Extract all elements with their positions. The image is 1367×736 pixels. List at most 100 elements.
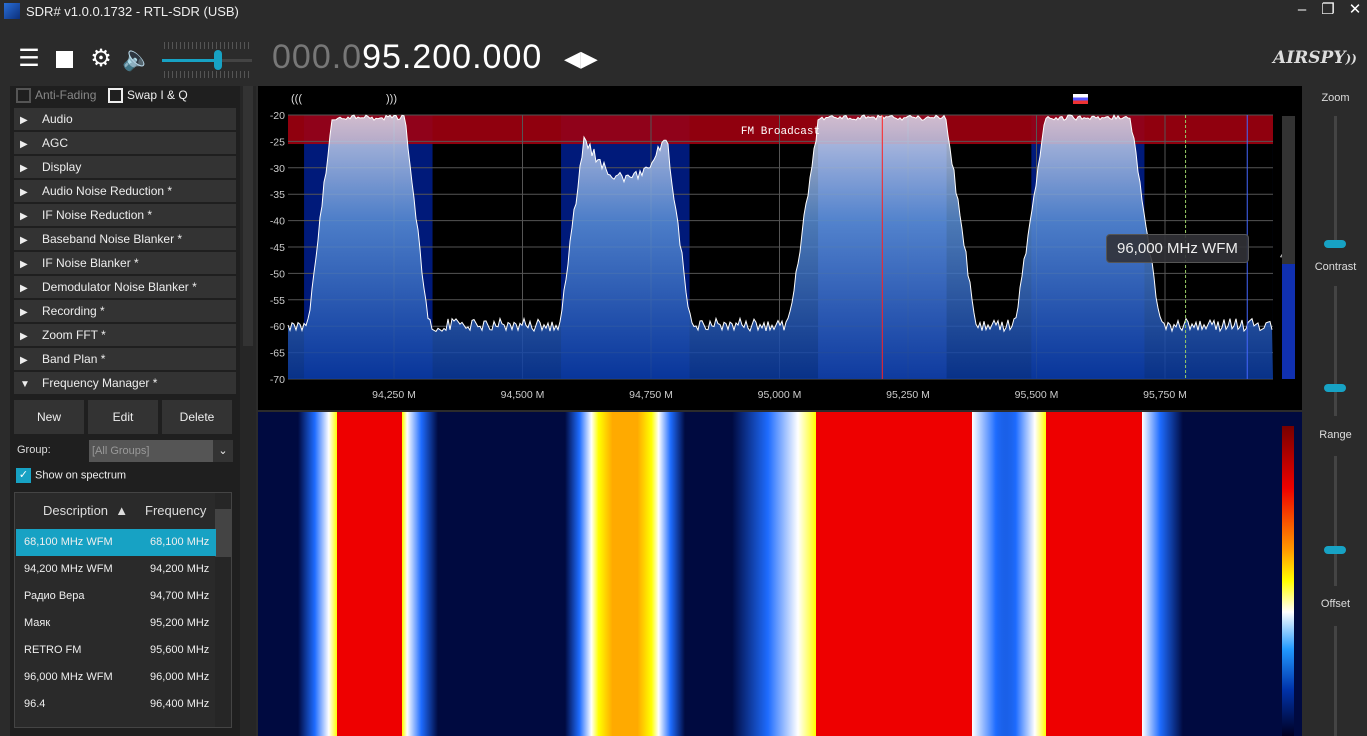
triangle-right-icon: ▶ [20, 115, 28, 126]
x-tick-label: 94,500 M [501, 389, 545, 401]
triangle-right-icon: ▶ [20, 235, 28, 246]
row-frequency: 95,600 MHz [150, 644, 210, 656]
column-description[interactable]: Description ▲ [43, 503, 128, 518]
title-bar: SDR# v1.0.0.1732 - RTL-SDR (USB) – ❐ ✕ [0, 0, 1367, 24]
contrast-label: Contrast [1314, 261, 1357, 273]
x-tick-label: 95,500 M [1015, 389, 1059, 401]
row-description: 96.4 [24, 698, 46, 710]
close-button[interactable]: ✕ [1340, 0, 1367, 22]
maximize-button[interactable]: ❐ [1313, 0, 1343, 22]
triangle-right-icon: ▶ [20, 187, 28, 198]
row-frequency: 94,200 MHz [150, 563, 210, 575]
list-item[interactable]: Маяк 95,200 MHz [16, 610, 216, 637]
edit-button[interactable]: Edit [88, 400, 158, 434]
section-label: Audio [42, 112, 73, 126]
contrast-slider[interactable] [1324, 384, 1346, 392]
column-frequency[interactable]: Frequency [145, 503, 206, 518]
section-agc[interactable]: ▶ AGC [14, 132, 236, 154]
x-tick-label: 95,750 M [1143, 389, 1187, 401]
waterfall[interactable] [258, 412, 1302, 736]
row-frequency: 96,000 MHz [150, 671, 210, 683]
snr-meter [1282, 116, 1295, 379]
speaker-icon[interactable]: 🔈 [122, 44, 152, 74]
section-if-noise-blanker[interactable]: ▶ IF Noise Blanker * [14, 252, 236, 274]
section-audio-noise-reduction[interactable]: ▶ Audio Noise Reduction * [14, 180, 236, 202]
section-label: Zoom FFT * [42, 328, 106, 342]
y-tick-label: -35 [270, 189, 285, 201]
y-tick-label: -70 [270, 374, 285, 386]
waterfall-color-scale [1282, 426, 1294, 736]
section-label: Audio Noise Reduction * [42, 184, 173, 198]
waterfall-signal [732, 412, 1033, 736]
section-label: Demodulator Noise Blanker * [42, 280, 197, 294]
gear-icon[interactable]: ⚙ [86, 44, 116, 74]
band-plan-label: FM Broadcast [741, 126, 820, 138]
station-tooltip: 96,000 MHz WFM [1106, 234, 1249, 263]
volume-slider[interactable] [162, 40, 254, 80]
list-item[interactable]: RETRO FM 95,600 MHz [16, 637, 216, 664]
left-right-arrows-icon[interactable]: ◀▶ [564, 46, 598, 72]
row-description: RETRO FM [24, 644, 82, 656]
list-item[interactable]: 96,000 MHz WFM 96,000 MHz [16, 664, 216, 691]
triangle-right-icon: ▶ [20, 211, 28, 222]
x-tick-label: 95,000 M [758, 389, 802, 401]
left-panel-scrollbar[interactable] [240, 86, 256, 736]
list-item[interactable]: 96.4 96,400 MHz [16, 691, 216, 718]
new-button[interactable]: New [14, 400, 84, 434]
list-item[interactable]: 94,200 MHz WFM 94,200 MHz [16, 556, 216, 583]
zoom-label: Zoom [1321, 92, 1350, 104]
frequency-display[interactable]: 000.095.200.000 [272, 38, 542, 77]
section-baseband-noise-blanker[interactable]: ▶ Baseband Noise Blanker * [14, 228, 236, 250]
triangle-right-icon: ▶ [20, 331, 28, 342]
waterfall-signal [298, 412, 439, 736]
waterfall-signal [565, 412, 686, 736]
section-if-noise-reduction[interactable]: ▶ IF Noise Reduction * [14, 204, 236, 226]
swap-iq-checkbox[interactable]: Swap I & Q [108, 88, 188, 104]
y-tick-label: -25 [270, 136, 285, 148]
section-label: Band Plan * [42, 352, 106, 366]
section-demodulator-noise-blanker[interactable]: ▶ Demodulator Noise Blanker * [14, 276, 236, 298]
x-tick-label: 94,250 M [372, 389, 416, 401]
frequency-leading-digits: 000.0 [272, 38, 363, 76]
range-slider[interactable] [1324, 546, 1346, 554]
triangle-right-icon: ▶ [20, 163, 28, 174]
stop-icon[interactable] [56, 51, 73, 68]
row-frequency: 95,200 MHz [150, 617, 210, 629]
row-frequency: 96,400 MHz [150, 698, 210, 710]
section-frequency-manager[interactable]: ▼ Frequency Manager * [14, 372, 236, 394]
y-tick-label: -20 [270, 110, 285, 122]
triangle-right-icon: ▶ [20, 355, 28, 366]
y-tick-label: -65 [270, 348, 285, 360]
show-on-spectrum-checkbox[interactable]: ✓ Show on spectrum [16, 468, 126, 483]
list-item[interactable]: Радио Вера 94,700 MHz [16, 583, 216, 610]
group-select-value: [All Groups] [92, 445, 150, 457]
chevron-down-icon[interactable]: ⌄ [213, 440, 233, 462]
triangle-right-icon: ▶ [20, 283, 28, 294]
triangle-right-icon: ▶ [20, 307, 28, 318]
section-label: AGC [42, 136, 69, 150]
section-audio[interactable]: ▶ Audio [14, 108, 236, 130]
row-description: Маяк [24, 617, 51, 629]
row-description: 68,100 MHz WFM [24, 536, 113, 548]
anti-fading-checkbox[interactable]: Anti-Fading [16, 88, 96, 104]
hamburger-icon[interactable]: ☰ [14, 44, 44, 74]
spectrum-analyzer[interactable]: ((( ))) -20 -25 -30 -35 -40 -45 -50 -55 -60 -65 -7… [258, 86, 1302, 410]
section-band-plan[interactable]: ▶ Band Plan * [14, 348, 236, 370]
range-label: Range [1319, 429, 1352, 441]
list-scrollbar[interactable] [215, 493, 231, 727]
y-tick-label: -60 [270, 321, 285, 333]
delete-button[interactable]: Delete [162, 400, 232, 434]
triangle-right-icon: ▶ [20, 259, 28, 270]
section-label: IF Noise Reduction * [42, 208, 153, 222]
section-label: IF Noise Blanker * [42, 256, 139, 270]
section-recording[interactable]: ▶ Recording * [14, 300, 236, 322]
list-item[interactable]: 68,100 MHz WFM 68,100 MHz [16, 529, 216, 556]
airspy-logo: AIRSPY)) [1273, 48, 1357, 68]
section-zoom-fft[interactable]: ▶ Zoom FFT * [14, 324, 236, 346]
zoom-slider[interactable] [1324, 240, 1346, 248]
group-select[interactable]: [All Groups] ⌄ [89, 440, 233, 462]
section-label: Display [42, 160, 82, 174]
section-display[interactable]: ▶ Display [14, 156, 236, 178]
offset-label: Offset [1320, 598, 1351, 610]
frequency-list[interactable]: Description ▲ Frequency 68,100 MHz WFM 68… [14, 492, 232, 728]
